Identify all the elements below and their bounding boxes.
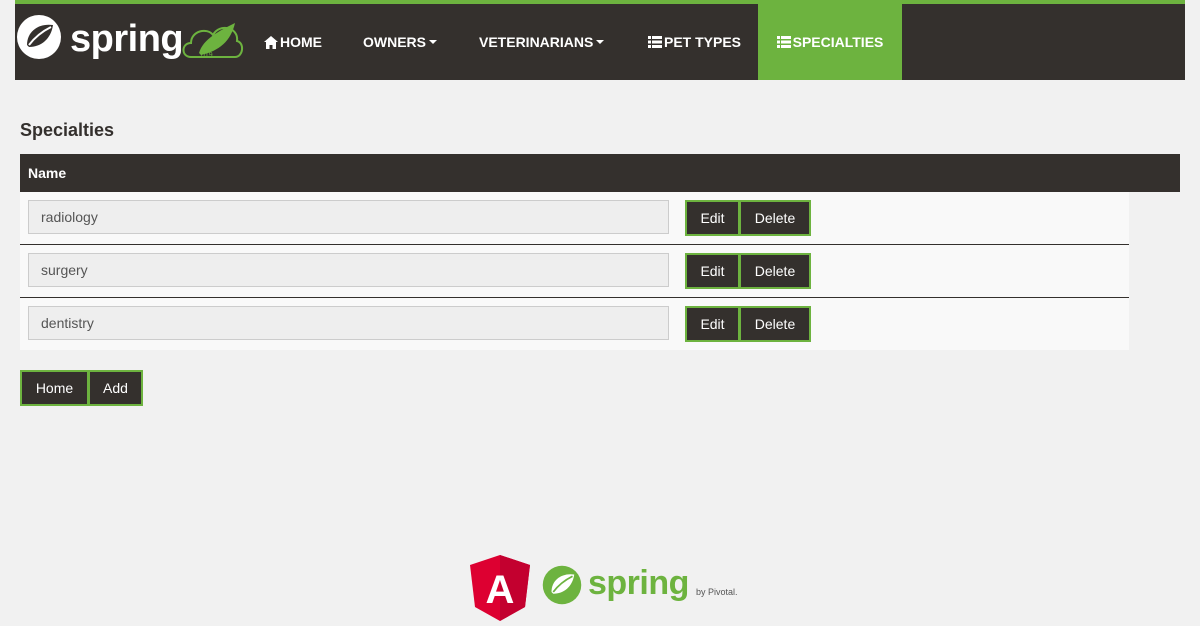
edit-button[interactable]: Edit <box>685 253 740 289</box>
spring-leaf-icon <box>17 15 61 59</box>
brand-wordmark: spring <box>70 18 184 60</box>
spring-footer-leaf-icon <box>542 565 582 605</box>
specialty-name-field[interactable] <box>28 306 669 340</box>
delete-button[interactable]: Delete <box>739 253 811 289</box>
nav-specialties[interactable]: SPECIALTIES <box>758 4 902 80</box>
table-row: Edit Delete <box>20 244 1129 297</box>
page-title: Specialties <box>20 120 115 140</box>
nav-veterinarians[interactable]: VETERINARIANS <box>479 4 629 80</box>
add-button[interactable]: Add <box>88 370 143 406</box>
chevron-down-icon <box>596 40 605 44</box>
brand-badge: 019 <box>201 52 213 59</box>
table-row: Edit Delete <box>20 192 1129 245</box>
spring-logo[interactable]: spring 019 <box>15 13 245 63</box>
nav-home[interactable]: HOME <box>264 4 342 80</box>
nav-pet-types[interactable]: PET TYPES <box>648 4 748 80</box>
delete-button[interactable]: Delete <box>739 306 811 342</box>
list-icon <box>776 36 791 48</box>
home-icon <box>264 35 278 49</box>
chevron-down-icon <box>429 40 437 44</box>
specialty-name-field[interactable] <box>28 200 669 234</box>
angular-shield-icon: A <box>470 555 530 621</box>
footer-spring-wordmark: spring <box>588 564 689 602</box>
navbar: spring 019 HOME OWNERS VETERINARIANS PET… <box>15 0 1185 80</box>
edit-button[interactable]: Edit <box>685 306 740 342</box>
nav-home-label: HOME <box>280 34 322 50</box>
nav-specialties-label: SPECIALTIES <box>792 34 884 50</box>
table-row: Edit Delete <box>20 297 1129 350</box>
nav-pet-types-label: PET TYPES <box>664 34 742 50</box>
cloud-leaf-icon: 019 <box>182 23 243 59</box>
angular-letter: A <box>486 568 515 612</box>
footer-pivotal-text: by Pivotal. <box>696 587 738 597</box>
specialty-name-field[interactable] <box>28 253 669 287</box>
table-header: Name <box>20 154 1180 192</box>
list-icon <box>648 36 662 48</box>
delete-button[interactable]: Delete <box>739 200 811 236</box>
column-header-name: Name <box>28 165 67 181</box>
angular-logo: A <box>470 555 530 626</box>
nav-veterinarians-label: VETERINARIANS <box>479 34 594 50</box>
edit-button[interactable]: Edit <box>685 200 740 236</box>
nav-owners-label: OWNERS <box>363 34 426 50</box>
nav-owners[interactable]: OWNERS <box>363 4 453 80</box>
home-button[interactable]: Home <box>20 370 89 406</box>
